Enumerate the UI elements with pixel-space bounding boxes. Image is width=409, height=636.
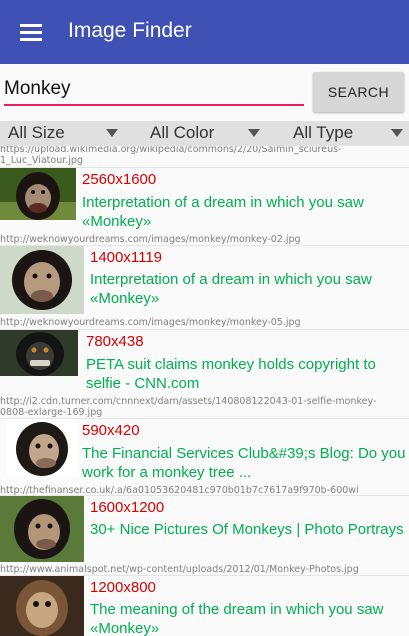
result-thumbnail (0, 576, 84, 636)
size-filter-label: All Size (8, 123, 65, 142)
result-title: Interpretation of a dream in which you s… (90, 271, 372, 307)
result-item[interactable]: 2560x1600 Interpretation of a dream in w… (0, 168, 409, 256)
result-item[interactable]: 1200x800 The meaning of the dream in whi… (0, 576, 409, 636)
result-dimensions: 780x438 (86, 333, 144, 350)
type-filter-dropdown[interactable]: All Type (293, 121, 409, 146)
size-filter-dropdown[interactable]: All Size (8, 121, 128, 146)
result-url: http://weknowyourdreams.com/images/monke… (0, 317, 301, 328)
result-thumbnail (0, 496, 84, 562)
color-filter-dropdown[interactable]: All Color (150, 121, 270, 146)
result-title: The Financial Services Club&#39;s Blog: … (82, 445, 406, 481)
result-item[interactable]: 590x420 The Financial Services Club&#39;… (0, 419, 409, 496)
results-list[interactable]: https://upload.wikimedia.org/wikipedia/c… (0, 146, 409, 636)
result-dimensions: 1200x800 (90, 579, 156, 596)
result-dimensions: 2560x1600 (82, 171, 157, 188)
result-item[interactable]: 1600x1200 30+ Nice Pictures Of Monkeys |… (0, 496, 409, 576)
search-button[interactable]: SEARCH (313, 72, 404, 112)
app-bar: Image Finder (0, 0, 409, 64)
result-title: 30+ Nice Pictures Of Monkeys | Photo Por… (90, 521, 404, 538)
app-title: Image Finder (68, 19, 192, 42)
type-filter-label: All Type (293, 123, 354, 142)
chevron-down-icon (391, 129, 403, 137)
result-thumbnail (0, 246, 84, 314)
result-dimensions: 590x420 (82, 422, 140, 439)
result-item[interactable]: 1400x1119 Interpretation of a dream in w… (0, 246, 409, 328)
result-dimensions: 1600x1200 (90, 499, 165, 516)
result-url: http://www.animalspot.net/wp-content/upl… (0, 564, 359, 575)
search-input[interactable] (4, 74, 304, 106)
result-thumbnail (0, 330, 78, 376)
result-url: http://i2.cdn.turner.com/cnnnext/dam/ass… (0, 396, 377, 418)
chevron-down-icon (248, 129, 260, 137)
result-thumbnail (0, 168, 76, 220)
result-thumbnail (6, 419, 78, 477)
result-url: http://weknowyourdreams.com/images/monke… (0, 234, 301, 245)
color-filter-label: All Color (150, 123, 215, 142)
result-item[interactable]: 780x438 PETA suit claims monkey holds co… (0, 330, 409, 420)
menu-icon[interactable] (20, 24, 42, 42)
result-title: PETA suit claims monkey holds copyright … (86, 356, 376, 392)
chevron-down-icon (106, 129, 118, 137)
result-title: The meaning of the dream in which you sa… (90, 601, 384, 636)
filter-bar: All Size All Color All Type (0, 121, 409, 146)
result-url: https://upload.wikimedia.org/wikipedia/c… (0, 146, 342, 166)
result-dimensions: 1400x1119 (90, 249, 163, 266)
result-title: Interpretation of a dream in which you s… (82, 194, 364, 230)
